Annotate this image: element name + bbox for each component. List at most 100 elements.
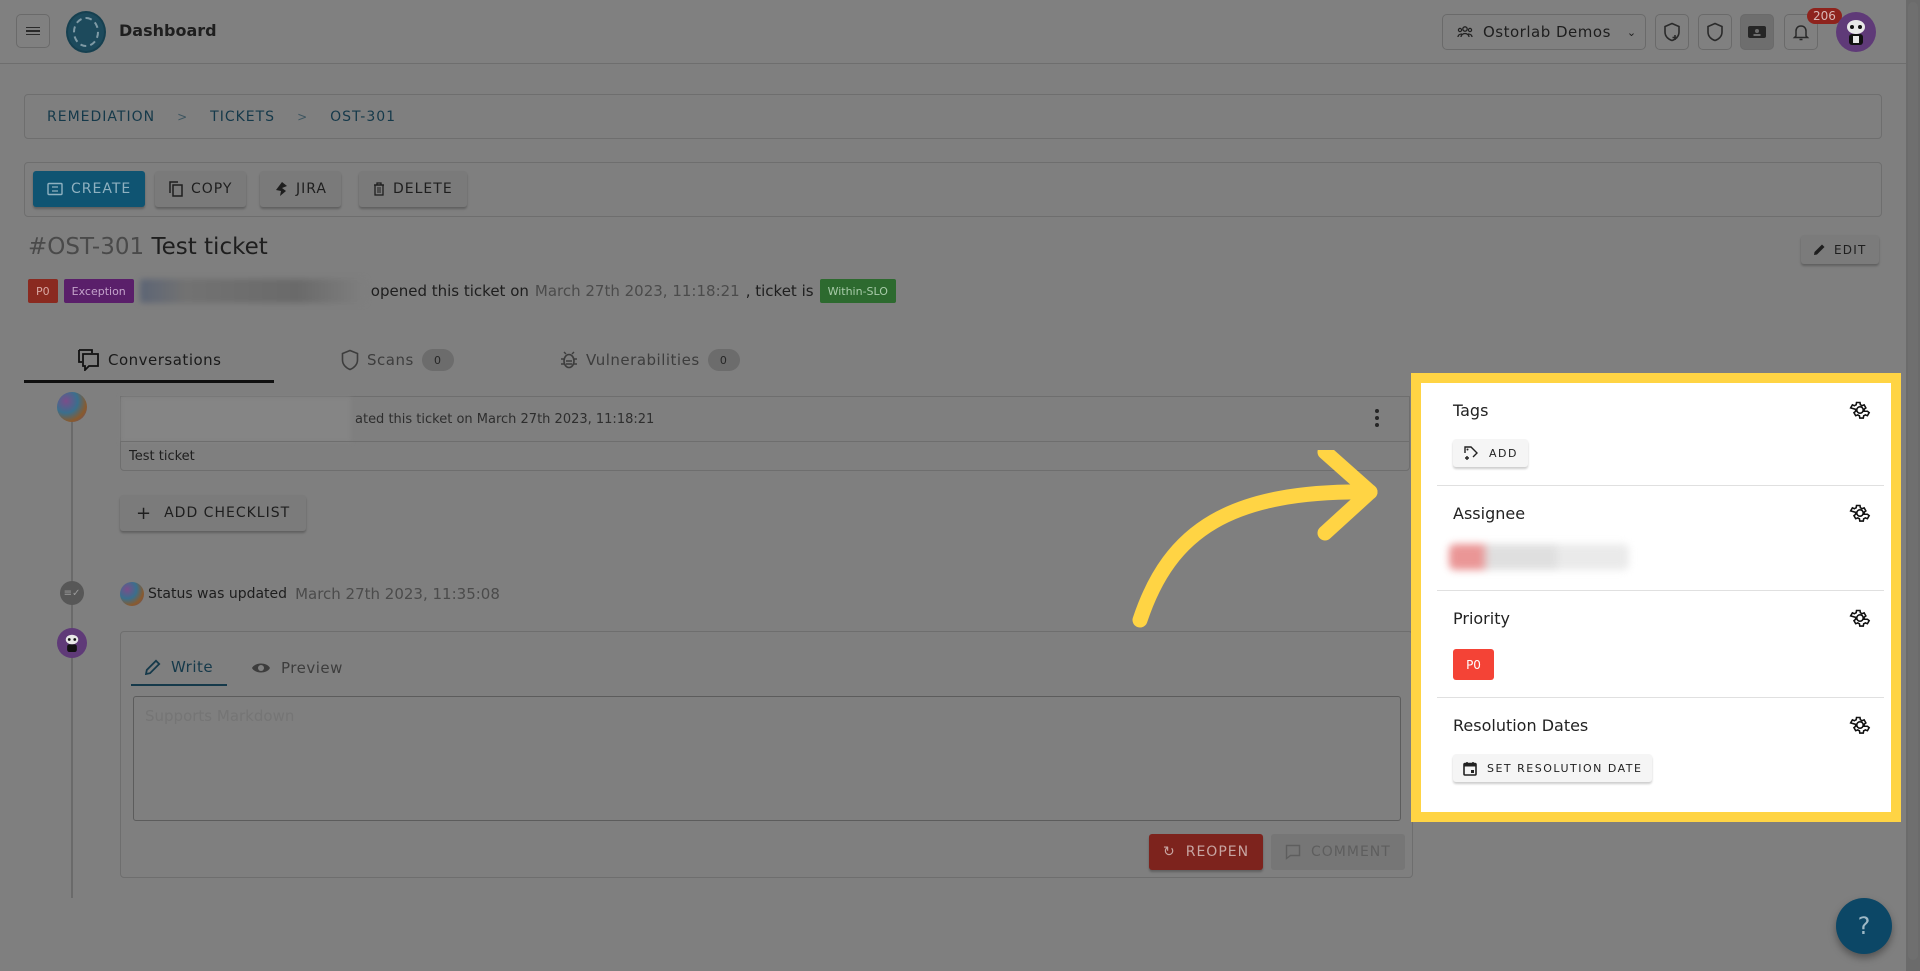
ticket-icon	[1748, 26, 1766, 38]
breadcrumb-separator: >	[177, 109, 189, 124]
vulnerabilities-count: 0	[707, 349, 740, 371]
tickets-button[interactable]	[1740, 14, 1774, 50]
help-button[interactable]: ?	[1836, 898, 1892, 954]
priority-title: Priority	[1453, 609, 1510, 628]
resolution-dates-title: Resolution Dates	[1453, 716, 1589, 735]
calendar-icon	[1463, 761, 1477, 776]
group-icon	[1457, 26, 1473, 38]
shield-icon	[1707, 22, 1723, 42]
bug-icon	[561, 351, 577, 369]
delete-button[interactable]: DELETE	[359, 171, 467, 207]
set-resolution-date-button[interactable]: SET RESOLUTION DATE	[1453, 754, 1653, 782]
gear-icon[interactable]	[1849, 399, 1871, 421]
reopen-button[interactable]: ↻ REOPEN	[1149, 834, 1264, 870]
jira-icon	[276, 182, 287, 196]
copy-button[interactable]: COPY	[155, 171, 247, 207]
scrollbar-thumb[interactable]	[1908, 2, 1918, 960]
breadcrumb: REMEDIATION > TICKETS > OST-301	[24, 94, 1882, 139]
organization-name: Ostorlab Demos	[1483, 23, 1611, 41]
ticket-title-text: Test ticket	[151, 234, 268, 260]
current-user-avatar	[57, 628, 87, 658]
status-prefix: , ticket is	[745, 282, 814, 300]
tag-plus-icon	[1464, 446, 1478, 460]
opened-text: opened this ticket on	[370, 282, 529, 300]
hamburger-icon	[26, 25, 40, 38]
opened-date: March 27th 2023, 11:18:21	[534, 282, 740, 300]
breadcrumb-tickets[interactable]: TICKETS	[210, 109, 275, 125]
blurred-author	[139, 279, 365, 303]
pencil-icon	[1814, 244, 1825, 255]
eye-icon	[252, 663, 270, 673]
gear-icon[interactable]	[1849, 502, 1871, 524]
more-options-icon[interactable]	[1370, 407, 1384, 429]
menu-button[interactable]	[16, 14, 50, 48]
tab-scans[interactable]: Scans 0	[341, 338, 454, 382]
pencil-icon	[145, 659, 161, 675]
user-avatar[interactable]	[1836, 12, 1876, 52]
comment-input[interactable]	[133, 696, 1401, 821]
breadcrumb-separator: >	[297, 109, 309, 124]
tab-vulnerabilities[interactable]: Vulnerabilities 0	[560, 338, 740, 382]
priority-badge: P0	[28, 279, 58, 303]
copy-icon	[169, 181, 183, 197]
ticket-details-panel: Tags ADD Assignee Priority P0 Resolution…	[1421, 383, 1891, 812]
new-scan-button[interactable]	[1655, 14, 1689, 50]
breadcrumb-current: OST-301	[330, 108, 397, 125]
gear-icon[interactable]	[1849, 714, 1871, 736]
tags-title: Tags	[1453, 401, 1489, 420]
comment-editor: Write Preview ↻ REOPEN COMMENT	[120, 631, 1413, 878]
app-title: Dashboard	[119, 21, 217, 40]
status-change-icon: ≡✓	[60, 581, 84, 605]
blurred-author	[121, 396, 351, 442]
divider	[1437, 590, 1884, 591]
divider	[1437, 697, 1884, 698]
security-button[interactable]	[1698, 14, 1732, 50]
annotation-arrow	[1132, 450, 1378, 628]
ticket-icon	[47, 182, 63, 196]
edit-button[interactable]: EDIT	[1801, 235, 1879, 264]
tab-conversations[interactable]: Conversations	[78, 338, 222, 382]
created-text: ated this ticket on March 27th 2023, 11:…	[355, 411, 655, 427]
tab-write[interactable]: Write	[131, 650, 228, 686]
add-checklist-button[interactable]: + ADD CHECKLIST	[120, 495, 307, 531]
panda-avatar-icon	[1847, 20, 1865, 45]
panda-avatar-icon	[65, 634, 79, 652]
status-text: Status was updated	[148, 586, 288, 602]
breadcrumb-remediation[interactable]: REMEDIATION	[47, 109, 155, 125]
status-update-event: Status was updated March 27th 2023, 11:3…	[120, 582, 500, 606]
comment-header: ated this ticket on March 27th 2023, 11:…	[120, 396, 1410, 442]
bell-icon	[1792, 25, 1810, 41]
tags-section: Tags ADD	[1453, 399, 1875, 467]
slo-badge: Within-SLO	[819, 279, 896, 303]
plus-icon: +	[136, 502, 153, 524]
gear-icon[interactable]	[1849, 607, 1871, 629]
type-badge: Exception	[63, 279, 134, 303]
notification-count-badge: 206	[1807, 8, 1842, 24]
chevron-down-icon: ⌄	[1626, 25, 1637, 39]
add-tag-button[interactable]: ADD	[1453, 439, 1528, 467]
comment-icon	[1285, 844, 1301, 860]
tab-preview[interactable]: Preview	[251, 650, 343, 686]
create-button[interactable]: CREATE	[33, 171, 146, 207]
priority-chip[interactable]: P0	[1453, 649, 1494, 680]
organization-selector[interactable]: Ostorlab Demos ⌄	[1442, 14, 1646, 50]
ticket-tabs: Conversations Scans 0 Vulnerabilities 0	[24, 338, 1404, 384]
user-avatar-small	[120, 582, 144, 606]
ostorlab-logo[interactable]	[66, 11, 106, 53]
ticket-meta: P0 Exception opened this ticket on March…	[28, 279, 896, 303]
shield-plus-icon	[1664, 22, 1680, 42]
resolution-dates-section: Resolution Dates SET RESOLUTION DATE	[1453, 716, 1875, 786]
ticket-title: #OST-301 Test ticket	[28, 234, 268, 260]
trash-icon	[374, 182, 384, 196]
blurred-assignee[interactable]	[1449, 544, 1629, 570]
creator-avatar	[57, 392, 87, 422]
priority-section: Priority P0	[1453, 607, 1875, 680]
comment-button[interactable]: COMMENT	[1271, 834, 1405, 870]
scans-count: 0	[421, 349, 454, 371]
active-tab-indicator	[24, 380, 274, 383]
jira-button[interactable]: JIRA	[260, 171, 341, 207]
ticket-id: #OST-301	[28, 234, 145, 260]
shield-icon	[341, 349, 359, 371]
assignee-title: Assignee	[1453, 504, 1526, 523]
assignee-section: Assignee	[1449, 502, 1875, 570]
